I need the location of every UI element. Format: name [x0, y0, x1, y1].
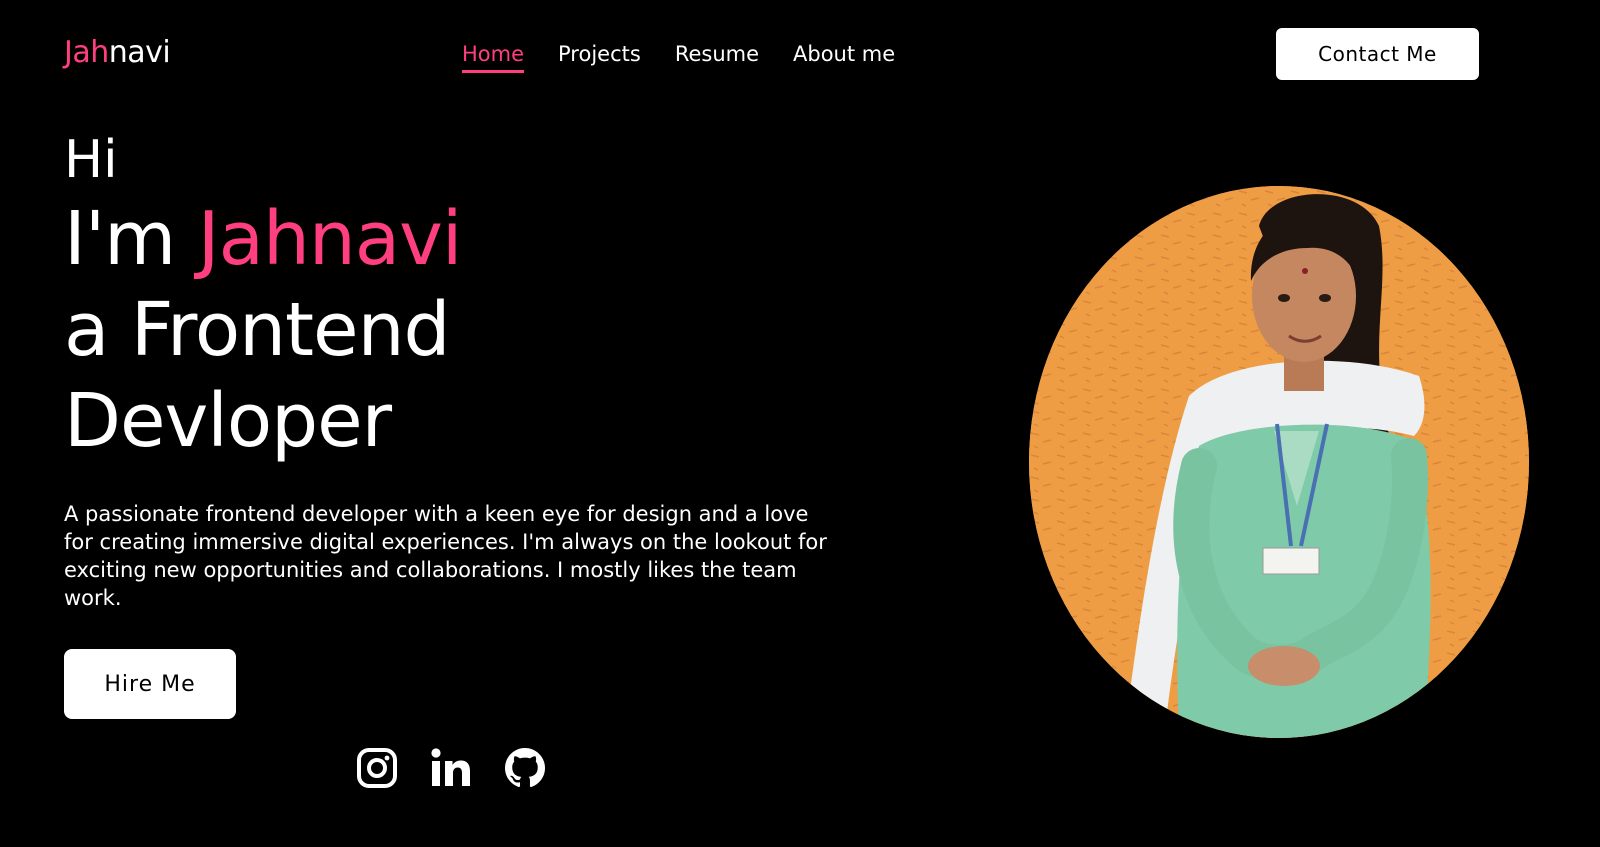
nav-item-home[interactable]: Home [462, 40, 525, 73]
main-nav: Home Projects Resume About me [462, 40, 895, 73]
linkedin-icon[interactable] [429, 746, 473, 790]
instagram-icon[interactable] [355, 746, 399, 790]
profile-photo-illustration [1029, 186, 1529, 738]
logo-accent: Jah [64, 35, 109, 70]
hero-intro-prefix: I'm [64, 196, 198, 282]
nav-item-projects[interactable]: Projects [558, 40, 641, 68]
nav-item-about-me[interactable]: About me [793, 40, 895, 68]
contact-me-button[interactable]: Contact Me [1276, 28, 1479, 80]
hero-role-line-2: Devloper [64, 378, 392, 464]
hero-greeting: Hi [64, 130, 118, 190]
nav-item-resume[interactable]: Resume [675, 40, 759, 68]
logo[interactable]: Jahnavi [64, 32, 171, 74]
profile-photo [1029, 186, 1529, 738]
logo-rest: navi [108, 35, 171, 70]
github-icon[interactable] [503, 746, 547, 790]
hero-intro-line: I'm Jahnavi [64, 193, 463, 285]
hero-name: Jahnavi [197, 196, 463, 282]
hero-role-line-1: a Frontend [64, 287, 450, 373]
social-links [355, 746, 547, 790]
hero-description: A passionate frontend developer with a k… [64, 502, 827, 610]
hire-me-button[interactable]: Hire Me [64, 649, 236, 719]
